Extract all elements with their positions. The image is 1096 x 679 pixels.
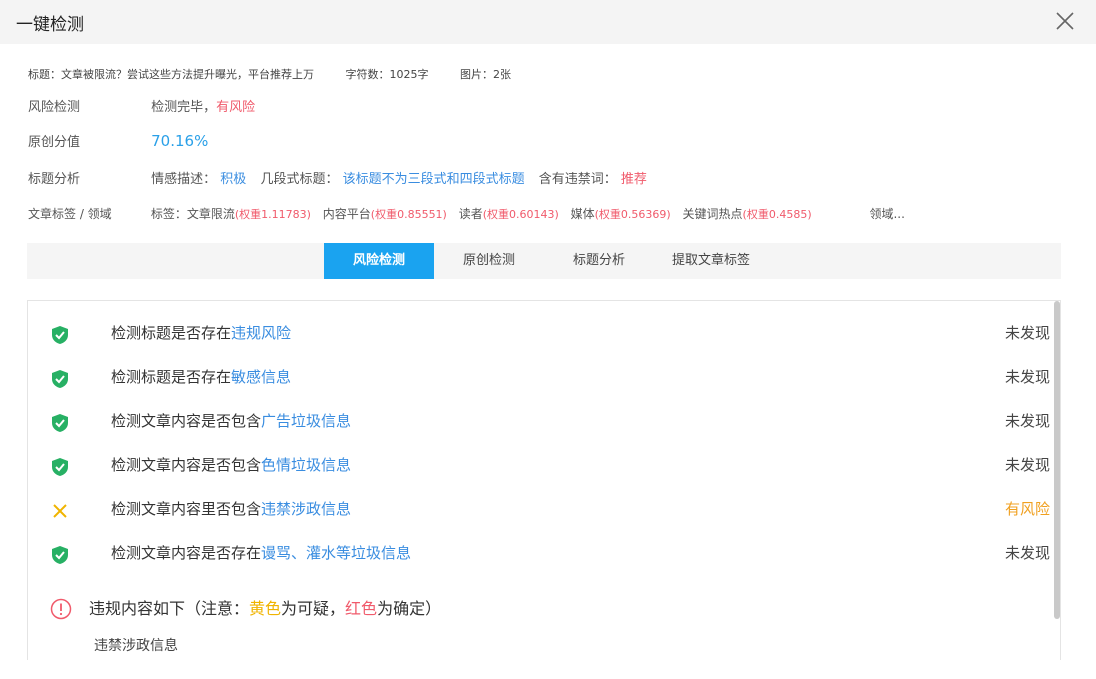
risk-label: 风险检测 <box>28 100 81 115</box>
domain-link[interactable]: 领域... <box>869 207 904 221</box>
dialog-header: 一键检测 <box>0 0 1096 44</box>
check-text: 检测标题是否存在 <box>111 324 232 342</box>
emotion-label: 情感描述： <box>151 172 217 187</box>
tag-weight: (权重0.56369) <box>594 208 671 221</box>
emotion-value: 积极 <box>220 172 247 187</box>
tab-extract-tags[interactable]: 提取文章标签 <box>661 243 761 279</box>
check-result: 有风险 <box>1004 500 1050 518</box>
note-text: 为可疑， <box>281 599 346 618</box>
tag-name: 媒体 <box>570 207 595 221</box>
check-highlight: 色情垃圾信息 <box>261 456 352 474</box>
tags-row: 文章标签 / 领域 标签：文章限流(权重1.11783) 内容平台(权重0.85… <box>28 205 905 222</box>
tag-weight: (权重0.60143) <box>482 208 559 221</box>
image-count: 图片：2张 <box>460 68 511 81</box>
title-analysis-row: 标题分析 情感描述： 积极 几段式标题： 该标题不为三段式和四段式标题 含有违禁… <box>28 168 647 187</box>
risk-row: 风险检测 检测完毕，有风险 <box>28 96 255 115</box>
check-item: 检测标题是否存在敏感信息 未发现 <box>50 365 1050 395</box>
tag-name: 关键词热点 <box>682 207 743 221</box>
title-analysis-label: 标题分析 <box>28 172 81 187</box>
check-item: 检测文章内容里否包含违禁涉政信息 有风险 <box>50 497 1050 527</box>
cross-icon <box>53 504 67 518</box>
shield-check-icon <box>52 458 68 476</box>
tag-name: 文章限流 <box>186 207 235 221</box>
shield-check-icon <box>52 414 68 432</box>
check-result: 未发现 <box>1004 324 1050 342</box>
violation-item: 违禁涉政信息 <box>94 638 178 654</box>
shield-check-icon <box>52 370 68 388</box>
check-highlight: 谩骂、灌水等垃圾信息 <box>261 544 412 562</box>
banned-label: 含有违禁词： <box>538 172 617 187</box>
check-result: 未发现 <box>1004 368 1050 386</box>
tags-prefix: 标签： <box>150 207 187 221</box>
check-text: 检测标题是否存在 <box>111 368 232 386</box>
scrollbar[interactable] <box>1054 301 1060 619</box>
check-highlight: 敏感信息 <box>231 368 292 386</box>
original-row: 原创分值 70.16% <box>28 131 208 150</box>
check-item: 检测文章内容是否包含色情垃圾信息 未发现 <box>50 453 1050 483</box>
original-score: 70.16% <box>151 132 209 150</box>
original-label: 原创分值 <box>28 135 81 150</box>
tab-bar: 风险检测 原创检测 标题分析 提取文章标签 <box>27 243 1061 279</box>
note-yellow: 黄色 <box>249 599 282 618</box>
article-meta: 标题：文章被限流？尝试这些方法提升曝光，平台推荐上万 字符数：1025字 图片：… <box>28 66 539 82</box>
shield-check-icon <box>52 326 68 344</box>
check-text: 检测文章内容是否包含 <box>111 456 262 474</box>
tab-title-analysis[interactable]: 标题分析 <box>555 243 643 279</box>
risk-prefix: 检测完毕， <box>151 100 217 115</box>
tag-weight: (权重1.11783) <box>234 208 311 221</box>
tag-weight: (权重0.85551) <box>370 208 447 221</box>
alert-circle-icon <box>50 598 72 620</box>
note-text: 为确定） <box>377 599 442 618</box>
check-result: 未发现 <box>1004 412 1050 430</box>
segments-label: 几段式标题： <box>260 172 339 187</box>
note-text: 违规内容如下（注意： <box>89 599 250 618</box>
check-text: 检测文章内容是否包含 <box>111 412 262 430</box>
check-text: 检测文章内容里否包含 <box>111 500 262 518</box>
close-icon[interactable] <box>1054 10 1076 32</box>
tag-name: 内容平台 <box>322 207 371 221</box>
check-item: 检测标题是否存在违规风险 未发现 <box>50 321 1050 351</box>
check-result: 未发现 <box>1004 456 1050 474</box>
segments-value: 该标题不为三段式和四段式标题 <box>342 172 525 187</box>
shield-check-icon <box>52 546 68 564</box>
tag-weight: (权重0.4585) <box>742 208 812 221</box>
check-item: 检测文章内容是否存在谩骂、灌水等垃圾信息 未发现 <box>50 541 1050 571</box>
check-text: 检测文章内容是否存在 <box>111 544 262 562</box>
check-item: 检测文章内容是否包含广告垃圾信息 未发现 <box>50 409 1050 439</box>
char-count: 字符数：1025字 <box>345 68 429 81</box>
risk-check-panel: 检测标题是否存在违规风险 未发现 检测标题是否存在敏感信息 未发现 检测文章内容… <box>27 300 1061 660</box>
note-red: 红色 <box>345 599 378 618</box>
risk-value: 有风险 <box>216 100 256 115</box>
check-highlight: 广告垃圾信息 <box>261 412 352 430</box>
check-highlight: 违规风险 <box>231 324 292 342</box>
tags-label: 文章标签 / 领域 <box>28 207 112 221</box>
check-result: 未发现 <box>1004 544 1050 562</box>
tab-risk-check[interactable]: 风险检测 <box>324 243 434 279</box>
tab-original-check[interactable]: 原创检测 <box>445 243 533 279</box>
tag-name: 读者 <box>458 207 483 221</box>
check-highlight: 违禁涉政信息 <box>261 500 352 518</box>
banned-value: 推荐 <box>620 172 647 187</box>
dialog-title: 一键检测 <box>16 15 84 35</box>
article-title: 标题：文章被限流？尝试这些方法提升曝光，平台推荐上万 <box>28 68 314 81</box>
